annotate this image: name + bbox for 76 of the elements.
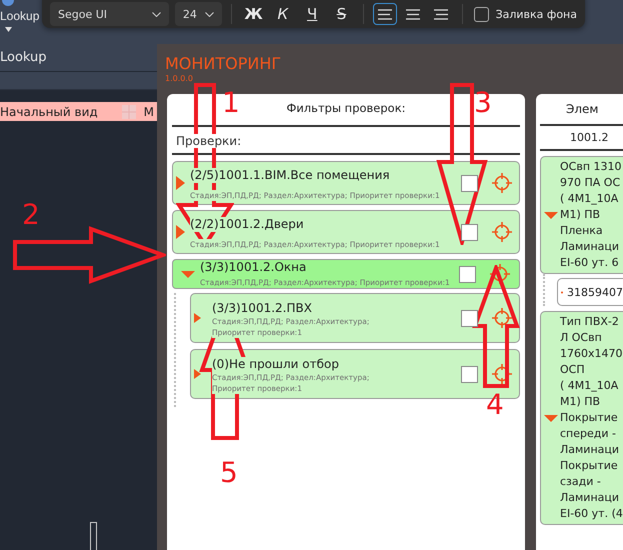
size-dropdown[interactable]: 24 — [174, 2, 222, 26]
element-text: ( 4М1_10А — [560, 378, 620, 394]
checkbox[interactable] — [474, 6, 489, 22]
element-text: М1) ПВ — [560, 207, 602, 223]
checkbox[interactable] — [461, 174, 478, 192]
version-label: 1.0.0.0 — [165, 74, 194, 84]
element-id: 31859407 — [567, 286, 623, 298]
view-name[interactable]: Начальный вид — [0, 104, 114, 118]
element-card[interactable]: Тип ПВХ-2 Л ОСвп 1760х1470 ОСП ( 4М1_10А М1) ПВ Покрытие спереди - Ламинаци Покрытие сзади - Ламинаци EI-60 ут. (4 — [540, 311, 623, 525]
panel-title: Элем — [565, 101, 600, 118]
check-title: (0)Не прошли отбор — [212, 357, 339, 372]
expand-icon[interactable] — [176, 176, 185, 190]
element-text: Ламинаци — [560, 442, 620, 458]
annotation-number: 5 — [220, 458, 238, 488]
element-text: Пленка — [560, 223, 604, 239]
element-text: Покрытие — [560, 410, 619, 426]
collapse-icon[interactable] — [544, 212, 558, 218]
element-text: Покрытие — [560, 458, 619, 474]
panel-title: Фильтры проверок: — [286, 100, 406, 117]
underline-button[interactable]: Ч — [300, 2, 325, 26]
align-left-button[interactable] — [372, 3, 397, 25]
group-label: 1001.2 — [569, 130, 610, 146]
element-text: Ламинаци — [560, 490, 620, 506]
checkbox-label[interactable]: Заливка фона — [496, 8, 577, 20]
bold-button[interactable]: Ж — [240, 2, 266, 26]
strikethrough-button[interactable]: S — [328, 2, 354, 26]
chevron-icon — [152, 12, 161, 16]
element-text: ОСП — [560, 362, 586, 378]
check-title: (3/3)1001.2.Окна — [200, 260, 306, 275]
element-item[interactable]: 31859407 — [557, 278, 623, 306]
app-title[interactable]: Lookup — [0, 8, 40, 24]
grid-icon — [122, 104, 136, 118]
element-text: EI-60 ут. (4 — [560, 506, 623, 522]
scrollbar-thumb[interactable] — [90, 522, 97, 550]
element-text: спереди - — [560, 426, 617, 442]
align-center-icon — [406, 8, 420, 20]
element-text: ( 4М1_10А — [560, 191, 620, 207]
element-text: Ламинаци — [560, 239, 620, 255]
expand-icon[interactable] — [176, 225, 185, 239]
check-title: (3/3)1001.2.ПВХ — [212, 301, 312, 316]
window-title: МОНИТОРИНГ — [165, 54, 282, 74]
align-right-icon — [434, 8, 448, 20]
section-label: Проверки: — [176, 134, 242, 148]
caret-icon — [5, 27, 12, 32]
annotation-number: 2 — [22, 200, 40, 230]
element-text: EI-60 ут. 6 — [560, 255, 620, 271]
check-title: (2/2)1001.2.Двери — [190, 217, 304, 232]
element-text: 1760х1470 — [560, 346, 623, 362]
checkbox[interactable] — [461, 310, 478, 326]
crosshair-icon[interactable] — [491, 307, 513, 329]
crosshair-icon[interactable] — [491, 363, 513, 385]
annotation-number: 3 — [474, 88, 492, 118]
checkbox[interactable] — [461, 366, 478, 382]
crosshair-icon[interactable] — [491, 221, 513, 243]
checkbox[interactable] — [459, 266, 476, 282]
expand-icon[interactable] — [194, 369, 201, 379]
chevron-icon — [205, 12, 214, 16]
element-text: ОСвп 1310 — [560, 159, 622, 175]
crosshair-icon[interactable] — [489, 263, 511, 285]
crosshair-icon[interactable] — [491, 172, 513, 194]
element-text: Тип ПВХ-2 — [560, 314, 620, 330]
collapse-icon[interactable] — [181, 270, 195, 278]
check-title: (2/5)1001.1.BIM.Все помещения — [190, 168, 390, 183]
font-dropdown[interactable]: Segoe UI — [50, 2, 169, 26]
collapse-icon[interactable] — [544, 414, 558, 422]
view-tab-label[interactable]: М — [144, 104, 154, 118]
align-left-icon — [378, 8, 392, 20]
element-text: М1) ПВ — [560, 394, 602, 410]
element-text: 970 ПА ОС — [560, 175, 622, 191]
element-card[interactable]: ОСвп 1310 970 ПА ОС ( 4М1_10А М1) ПВ Пленка Ламинаци EI-60 ут. 6 — [540, 156, 623, 274]
checkbox[interactable] — [461, 224, 478, 240]
italic-button[interactable]: К — [270, 2, 296, 26]
element-text: Л ОСвп — [560, 330, 603, 346]
annotation-number: 1 — [222, 88, 240, 118]
expand-icon[interactable] — [194, 313, 201, 323]
element-text: сзади - — [560, 474, 602, 490]
